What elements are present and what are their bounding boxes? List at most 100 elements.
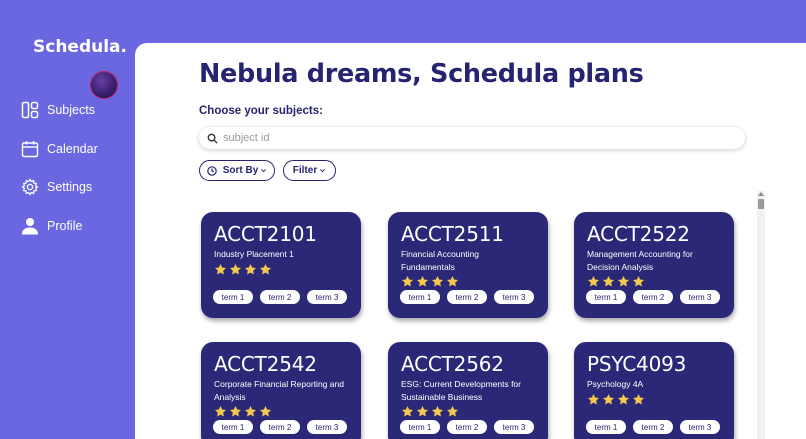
scrollbar[interactable] [757,191,765,439]
term-list: term 1 term 2 term 3 [213,420,354,434]
app-logo[interactable]: Schedula. [33,37,127,98]
sidebar-item-calendar[interactable]: Calendar [21,138,98,160]
subject-code: PSYC4093 [587,352,687,376]
page-title: Nebula dreams, Schedula plans [199,59,644,89]
term-list: term 1 term 2 term 3 [586,290,727,304]
star-icon [587,393,600,404]
sidebar-item-settings[interactable]: Settings [21,176,98,198]
subject-name: Psychology 4A [587,379,644,389]
star-icon [416,275,429,287]
star-icon [214,263,227,274]
scroll-up-arrow-icon[interactable] [758,192,764,196]
term-badge[interactable]: term 2 [633,420,673,434]
star-icon [401,275,414,287]
calendar-icon [21,140,39,157]
search-icon [207,133,218,144]
term-badge[interactable]: term 3 [680,290,720,304]
term-list: term 1 term 2 term 3 [586,420,727,434]
star-icon [431,405,444,417]
clock-icon [206,165,217,176]
star-icon [214,405,227,417]
subject-card[interactable]: ACCT2542 Corporate Financial Reporting a… [201,342,361,439]
choose-subjects-label: Choose your subjects: [199,105,323,117]
term-badge[interactable]: term 1 [213,290,253,304]
sort-by-label: Sort By [222,165,259,176]
term-list: term 1 term 2 term 3 [400,290,541,304]
planet-logo-icon [91,72,117,98]
sidebar-item-profile[interactable]: Profile [21,215,98,237]
term-badge[interactable]: term 3 [494,420,534,434]
subject-card[interactable]: ACCT2101 Industry Placement 1 term 1 ter… [201,212,361,318]
star-icon [416,405,429,417]
rating-stars [587,275,721,288]
subject-name: Industry Placement 1 [214,249,294,259]
user-icon [22,217,38,234]
star-icon [401,405,414,417]
sort-by-button[interactable]: Sort By [199,160,275,181]
gear-icon [21,178,39,196]
term-list: term 1 term 2 term 3 [400,420,541,434]
term-badge[interactable]: term 3 [680,420,720,434]
term-badge[interactable]: term 2 [633,290,673,304]
term-badge[interactable]: term 2 [260,290,300,304]
subject-code: ACCT2542 [214,352,317,376]
term-badge[interactable]: term 3 [494,290,534,304]
subject-card[interactable]: ACCT2522 Management Accounting for Decis… [574,212,734,318]
rating-stars [401,275,535,288]
sidebar-item-label: Subjects [47,103,95,117]
star-icon [602,275,615,287]
chevron-down-icon [261,169,267,173]
term-badge[interactable]: term 1 [213,420,253,434]
subject-card[interactable]: PSYC4093 Psychology 4A term 1 term 2 ter… [574,342,734,439]
star-icon [229,263,242,274]
sidebar-item-subjects[interactable]: Subjects [21,99,98,121]
rating-stars [401,405,535,418]
star-icon [244,263,257,274]
term-badge[interactable]: term 3 [307,290,347,304]
term-badge[interactable]: term 1 [586,290,626,304]
term-badge[interactable]: term 3 [307,420,347,434]
term-badge[interactable]: term 1 [400,290,440,304]
term-list: term 1 term 2 term 3 [213,290,354,304]
star-icon [617,275,630,287]
star-icon [259,405,272,417]
star-icon [632,393,645,404]
star-icon [431,275,444,287]
sidebar-item-label: Calendar [47,141,98,156]
rating-stars [214,263,348,276]
sidebar-item-label: Settings [47,180,93,194]
star-icon [617,393,630,404]
rating-stars [587,393,721,406]
star-icon [632,275,645,287]
subject-card[interactable]: ACCT2562 ESG: Current Developments for S… [388,342,548,439]
sidebar-nav: Subjects Calendar Settings Profile [21,99,98,253]
subject-code: ACCT2511 [401,222,504,246]
term-badge[interactable]: term 2 [447,290,487,304]
subject-name: Corporate Financial Reporting and Analys… [214,379,344,402]
subject-code: ACCT2562 [401,352,504,376]
subject-name: Financial Accounting Fundamentals [401,249,479,272]
main-panel: Nebula dreams, Schedula plans Choose you… [135,43,806,439]
subject-code: ACCT2101 [214,222,317,246]
term-badge[interactable]: term 2 [260,420,300,434]
term-badge[interactable]: term 1 [586,420,626,434]
term-badge[interactable]: term 2 [447,420,487,434]
layout-icon [21,101,39,119]
term-badge[interactable]: term 1 [400,420,440,434]
filter-label: Filter [292,165,318,176]
subject-card[interactable]: ACCT2511 Financial Accounting Fundamenta… [388,212,548,318]
chevron-down-icon [320,169,326,173]
search-bar[interactable] [199,127,745,149]
scroll-thumb[interactable] [758,199,764,209]
star-icon [446,405,459,417]
rating-stars [214,405,348,418]
filter-button[interactable]: Filter [283,160,336,181]
star-icon [602,393,615,404]
star-icon [259,263,272,274]
star-icon [244,405,257,417]
sidebar-item-label: Profile [47,218,83,233]
subject-name: Management Accounting for Decision Analy… [587,249,693,272]
search-input[interactable] [223,132,703,144]
star-icon [587,275,600,287]
star-icon [446,275,459,287]
